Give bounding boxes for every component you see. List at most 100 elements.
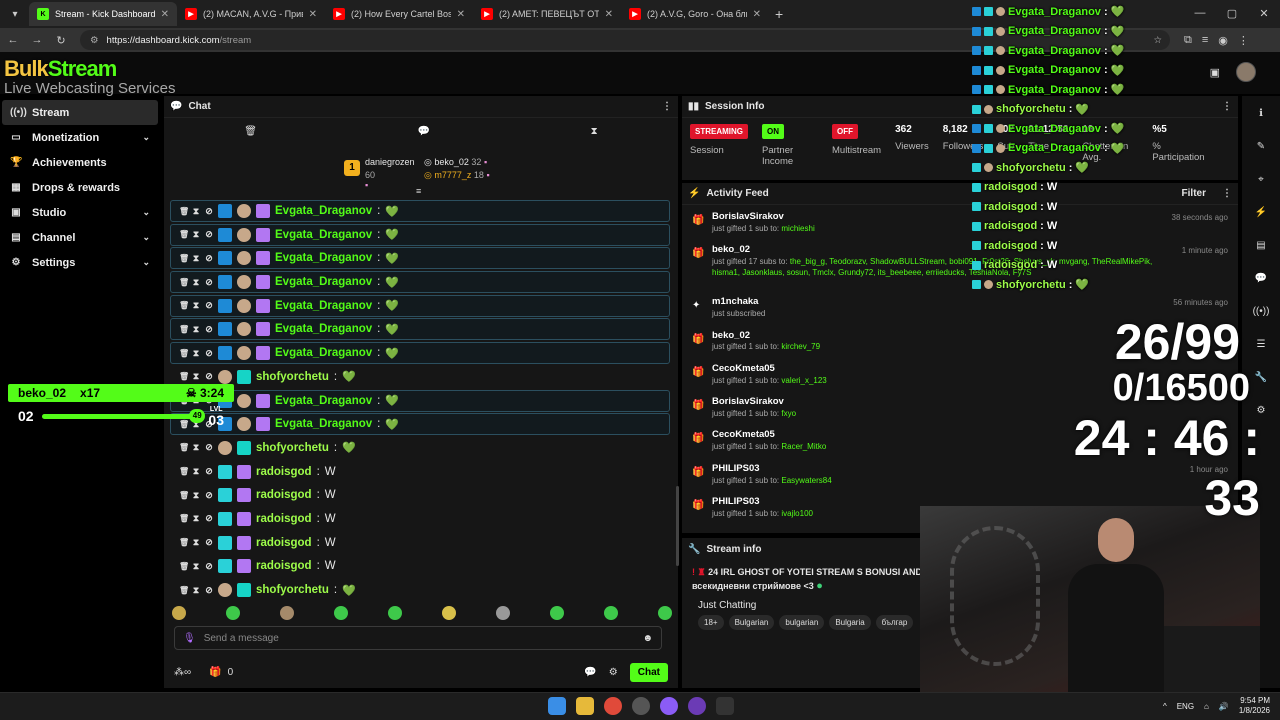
terminal-icon[interactable]	[716, 697, 734, 715]
browser-tab[interactable]: ▶ (2) A.V.G, Goro - Она близко (✕	[621, 2, 769, 26]
delete-message-icon[interactable]: 🗑	[179, 467, 189, 476]
emote-3-icon[interactable]	[280, 606, 294, 620]
user-avatar[interactable]	[1236, 62, 1256, 82]
timeout-icon[interactable]: ⧗	[192, 253, 200, 264]
chat-username[interactable]: Evgata_Draganov	[275, 323, 372, 335]
delete-message-icon[interactable]: 🗑	[179, 443, 189, 452]
obs-icon[interactable]	[632, 697, 650, 715]
session-menu-icon[interactable]: ⋮	[1222, 101, 1232, 112]
emote-4-icon[interactable]	[334, 606, 348, 620]
sidebar-item-stream[interactable]: ((•)) Stream	[2, 100, 158, 125]
chat-message[interactable]: 🗑⧗⊘Evgata_Draganov:💚	[170, 200, 670, 222]
close-tab-icon[interactable]: ✕	[457, 9, 465, 20]
ban-icon[interactable]: ⊘	[205, 466, 213, 477]
sidebar-item-monetization[interactable]: ▭ Monetization ⌄	[2, 125, 158, 150]
timeout-icon[interactable]: ⧗	[192, 561, 200, 572]
emote-2-icon[interactable]	[226, 606, 240, 620]
delete-message-icon[interactable]: 🗑	[179, 207, 189, 216]
timeout-icon[interactable]: ⧗	[192, 466, 200, 477]
ban-icon[interactable]: ⊘	[205, 442, 213, 453]
chat-message[interactable]: 🗑 ⧗ ⊘ radoisgod: W	[170, 532, 670, 554]
delete-message-icon[interactable]: 🗑	[179, 514, 189, 523]
chat-menu-icon[interactable]: ⋮	[662, 101, 672, 112]
chat-message[interactable]: 🗑⧗⊘Evgata_Draganov:💚	[170, 294, 670, 317]
chat-username[interactable]: radoisgod	[256, 489, 312, 501]
back-icon[interactable]: ←	[2, 29, 24, 51]
browser-tab[interactable]: ▶ (2) MACAN, A.V.G - Привы ✕	[177, 2, 325, 26]
tray-chevron-icon[interactable]: ^	[1163, 702, 1167, 711]
ban-icon[interactable]: ⊘	[205, 537, 213, 548]
chat-username[interactable]: Evgata_Draganov	[275, 252, 372, 264]
timeout-icon[interactable]: ⧗	[192, 348, 200, 359]
stream-tag[interactable]: bulgarian	[779, 614, 825, 630]
delete-message-icon[interactable]: 🗑	[179, 538, 189, 547]
timeout-icon[interactable]: ⧗	[192, 585, 200, 596]
chevron-down-icon[interactable]: ⌄	[142, 207, 150, 218]
delete-message-icon[interactable]: 🗑	[179, 325, 189, 334]
chevron-down-icon[interactable]: ⌄	[142, 257, 150, 268]
ban-icon[interactable]: ⊘	[205, 561, 213, 572]
chat-username[interactable]: Evgata_Draganov	[275, 395, 372, 407]
timeout-icon[interactable]: ⧗	[192, 229, 200, 240]
ban-icon[interactable]: ⊘	[205, 585, 213, 596]
delete-message-icon[interactable]: 🗑	[179, 586, 189, 595]
chat-message[interactable]: 🗑⧗⊘Evgata_Draganov:💚	[170, 318, 670, 341]
timeout-icon[interactable]: ⧗	[192, 442, 200, 453]
feed-user[interactable]: m1nchaka	[712, 296, 1165, 309]
chat-message[interactable]: 🗑 ⧗ ⊘ radoisgod: W	[170, 484, 670, 506]
emote-5-icon[interactable]	[388, 606, 402, 620]
status-pill[interactable]: STREAMING	[690, 124, 748, 139]
emote-10-icon[interactable]	[658, 606, 672, 620]
delete-message-icon[interactable]: 🗑	[179, 278, 189, 287]
browser-menu-icon[interactable]: ⋮	[1238, 34, 1249, 47]
ban-icon[interactable]: ⊘	[205, 324, 213, 335]
start-icon[interactable]	[548, 697, 566, 715]
chat-username[interactable]: shofyorchetu	[256, 371, 329, 383]
status-pill[interactable]: ON	[762, 124, 784, 139]
chat-username[interactable]: Evgata_Draganov	[275, 276, 372, 288]
points-icon[interactable]: ⁂∞	[174, 667, 191, 678]
discord-icon[interactable]	[660, 697, 678, 715]
ban-icon[interactable]: ⊘	[205, 490, 213, 501]
ban-icon[interactable]: ⊘	[205, 371, 213, 382]
chat-send-button[interactable]: Chat	[629, 662, 668, 682]
chat-username[interactable]: Evgata_Draganov	[275, 418, 372, 430]
sidebar-item-studio[interactable]: ▣ Studio ⌄	[2, 200, 158, 225]
close-window-icon[interactable]: ✕	[1248, 0, 1280, 26]
emote-9-icon[interactable]	[604, 606, 618, 620]
ban-icon[interactable]: ⊘	[205, 348, 213, 359]
reload-icon[interactable]: ↻	[50, 29, 72, 51]
clock[interactable]: 9:54 PM 1/8/2026	[1239, 696, 1270, 716]
slow-mode-icon[interactable]: ⧗	[591, 126, 598, 137]
sidebar-item-drops-rewards[interactable]: ▦ Drops & rewards	[2, 175, 158, 200]
gift-icon[interactable]: 🎁	[209, 667, 221, 678]
timeout-icon[interactable]: ⧗	[192, 277, 200, 288]
chrome-icon[interactable]	[604, 697, 622, 715]
close-tab-icon[interactable]: ✕	[753, 9, 761, 20]
chat-username[interactable]: radoisgod	[256, 560, 312, 572]
chat-username[interactable]: radoisgod	[256, 537, 312, 549]
status-pill[interactable]: OFF	[832, 124, 858, 139]
feed-menu-icon[interactable]: ⋮	[1222, 188, 1232, 199]
rail-chat-icon[interactable]: 💬	[1252, 269, 1270, 287]
ban-icon[interactable]: ⊘	[205, 300, 213, 311]
ban-icon[interactable]: ⊘	[205, 277, 213, 288]
site-info-icon[interactable]: ⚙	[90, 35, 99, 46]
stream-tag[interactable]: Bulgarian	[728, 614, 775, 630]
chat-username[interactable]: Evgata_Draganov	[275, 229, 372, 241]
delete-message-icon[interactable]: 🗑	[179, 491, 189, 500]
chat-message[interactable]: 🗑⧗⊘Evgata_Draganov:💚	[170, 342, 670, 365]
chat-message[interactable]: 🗑⧗⊘Evgata_Draganov:💚	[170, 389, 670, 412]
category-name[interactable]: Just Chatting	[698, 600, 913, 611]
ban-icon[interactable]: ⊘	[205, 513, 213, 524]
stream-tag[interactable]: 18+	[698, 614, 724, 630]
chat-username[interactable]: shofyorchetu	[256, 584, 329, 596]
timeout-icon[interactable]: ⧗	[192, 513, 200, 524]
browser-tab[interactable]: ▶ (2) How Every Cartel Boss Died ✕	[325, 2, 473, 26]
chat-input[interactable]: 🎙 Send a message ☻	[174, 626, 662, 650]
emoji-icon[interactable]: ☻	[642, 633, 653, 644]
network-icon[interactable]: ⌂	[1204, 702, 1209, 711]
timeout-icon[interactable]: ⧗	[192, 324, 200, 335]
chat-message[interactable]: 🗑 ⧗ ⊘ radoisgod: W	[170, 508, 670, 530]
chat-message[interactable]: 🗑 ⧗ ⊘ radoisgod: W	[170, 461, 670, 483]
